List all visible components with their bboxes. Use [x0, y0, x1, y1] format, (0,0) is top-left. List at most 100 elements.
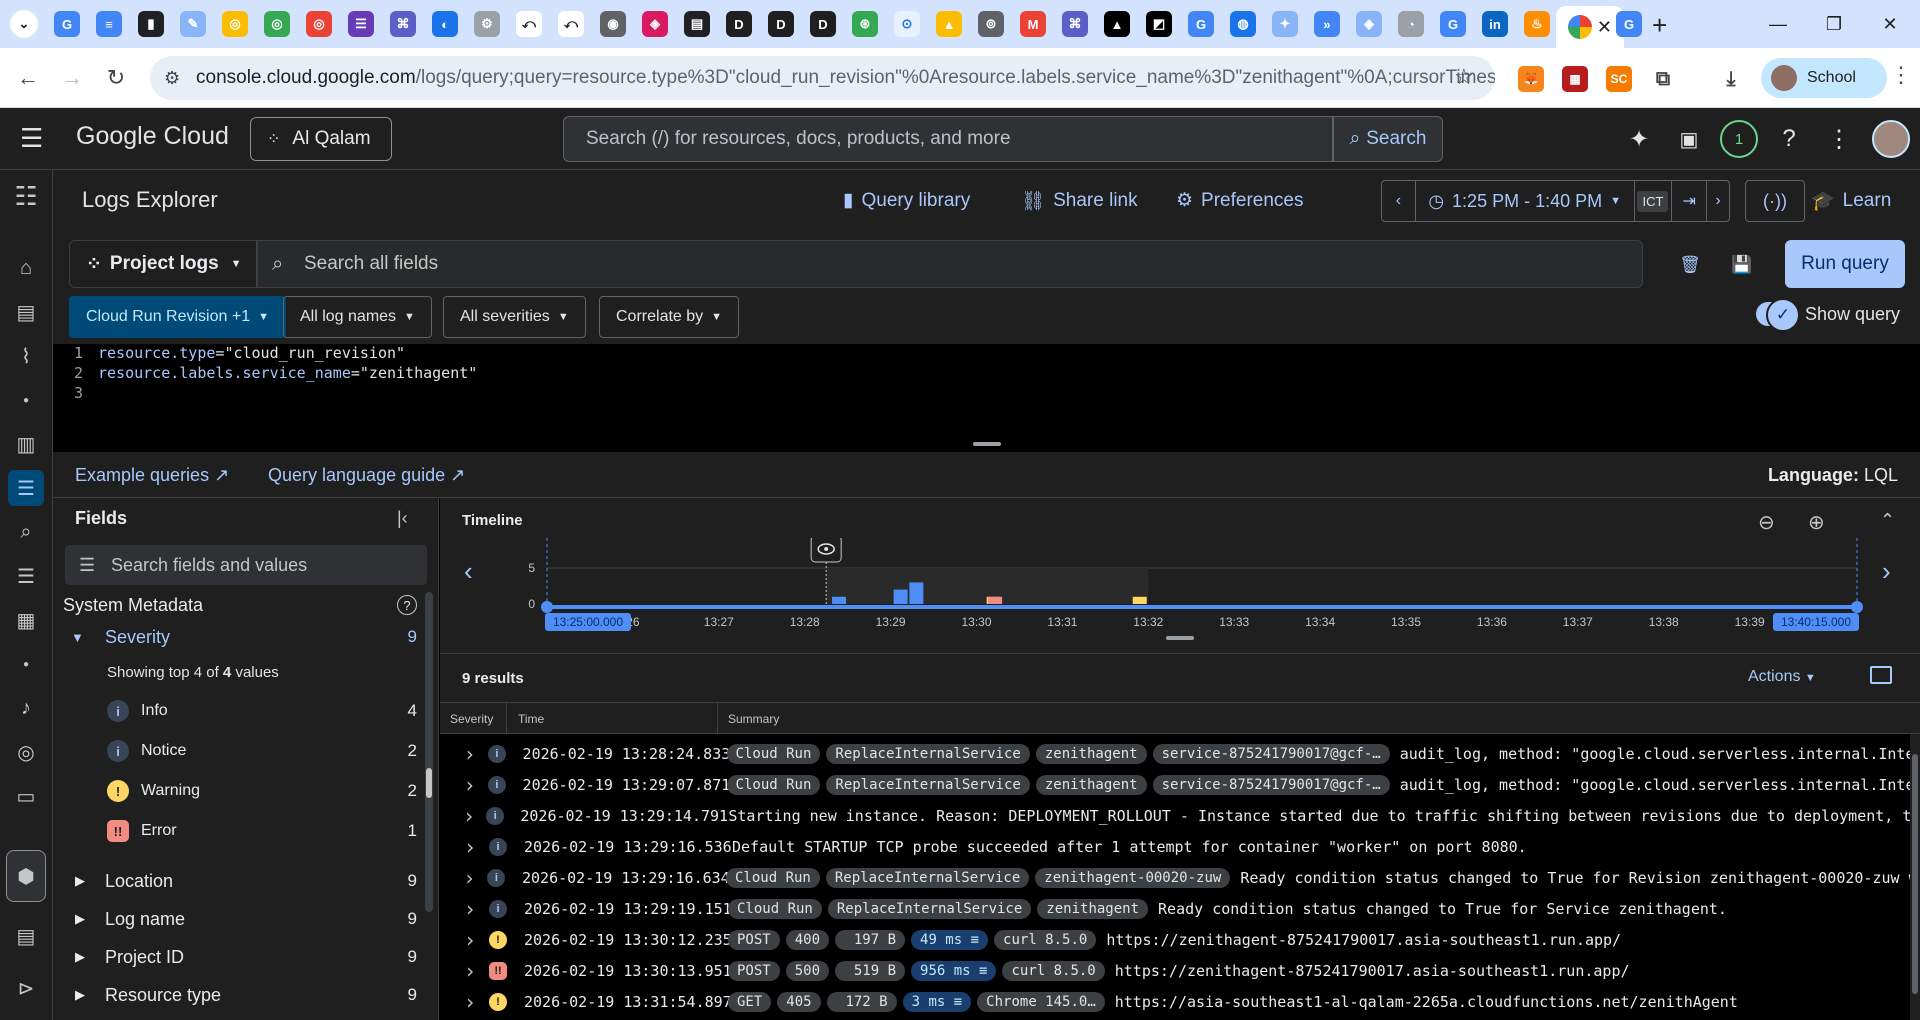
- range-start-handle[interactable]: [541, 601, 553, 613]
- gemini-icon[interactable]: ✦: [1622, 122, 1656, 156]
- summary-tag[interactable]: ReplaceInternalService: [827, 898, 1032, 919]
- puzzle-icon[interactable]: ⧉: [1650, 66, 1676, 92]
- http-tag[interactable]: 400: [785, 929, 830, 950]
- monitor-icon[interactable]: ▭: [8, 778, 44, 814]
- summary-tag[interactable]: Cloud Run: [726, 774, 821, 795]
- tab-app-icon[interactable]: ◉: [600, 11, 626, 37]
- tab-app-icon[interactable]: ⊙: [894, 11, 920, 37]
- site-info-icon[interactable]: ⚙: [164, 68, 180, 89]
- expand-row-icon[interactable]: ›: [454, 990, 486, 1014]
- correlate-by-chip[interactable]: Correlate by ▼: [599, 296, 740, 338]
- notifications-badge[interactable]: 1: [1720, 120, 1758, 158]
- tab-app-icon[interactable]: ◩: [1146, 11, 1172, 37]
- field-group-resource-type[interactable]: ▶ Resource type 9: [63, 978, 423, 1012]
- more-options-icon[interactable]: ⋮: [1822, 122, 1856, 156]
- field-group-log-name[interactable]: ▶ Log name 9: [63, 902, 423, 936]
- summary-tag[interactable]: ReplaceInternalService: [826, 743, 1030, 764]
- tab-bookmark-icon[interactable]: ✎: [180, 11, 206, 37]
- zoom-in-icon[interactable]: ⊕: [1808, 510, 1825, 535]
- tab-google-icon[interactable]: G: [1188, 11, 1214, 37]
- tab-terminal-icon[interactable]: ▮: [138, 11, 164, 37]
- analytics-icon[interactable]: ▦: [8, 602, 44, 638]
- http-tag[interactable]: 197 B: [835, 929, 906, 950]
- summary-tag[interactable]: zenithagent-00020-zuw: [1035, 867, 1231, 888]
- dashboard-icon[interactable]: ▤: [8, 294, 44, 330]
- log-row[interactable]: › i 2026-02-19 13:29:07.871 Cloud Run Replac…: [440, 769, 1910, 800]
- log-row[interactable]: › i 2026-02-19 13:29:16.634 Cloud Run Replac…: [440, 862, 1910, 893]
- summary-tag[interactable]: service-875241790017@gcf-…: [1152, 774, 1390, 795]
- metrics-icon[interactable]: ⌇: [8, 338, 44, 374]
- field-group-project-id[interactable]: ▶ Project ID 9: [63, 940, 423, 974]
- uptime-icon[interactable]: ◎: [8, 734, 44, 770]
- tab-gear-icon[interactable]: ⚙: [474, 11, 500, 37]
- query-library-button[interactable]: ▮ Query library: [843, 189, 970, 212]
- time-range-button[interactable]: ◷ 1:25 PM - 1:40 PM ▼: [1416, 181, 1635, 221]
- expand-row-icon[interactable]: ›: [454, 866, 485, 890]
- tab-app-icon[interactable]: ⤺: [516, 11, 542, 37]
- expand-row-icon[interactable]: ›: [454, 897, 486, 921]
- profile-chip[interactable]: School: [1761, 58, 1887, 98]
- example-queries-link[interactable]: Example queries ↗: [75, 465, 229, 486]
- http-tag[interactable]: 519 B: [835, 960, 906, 981]
- learn-button[interactable]: 🎓 Learn: [1811, 189, 1891, 213]
- tab-app-icon[interactable]: D: [768, 11, 794, 37]
- query-line-2[interactable]: resource.labels.service_name="zenithagen…: [98, 364, 477, 382]
- fields-scroll-thumb[interactable]: [426, 768, 432, 798]
- url-input[interactable]: ⚙ console.cloud.google.com/logs/query;qu…: [150, 56, 1495, 100]
- tab-app-icon[interactable]: ◔: [1398, 11, 1424, 37]
- tab-firebase-icon[interactable]: ♨: [1524, 11, 1550, 37]
- expand-row-icon[interactable]: ›: [454, 928, 486, 952]
- editor-resize-handle[interactable]: [973, 442, 1001, 446]
- cloud-shell-icon[interactable]: ▣: [1672, 122, 1706, 156]
- google-cloud-logo[interactable]: Google Cloud: [76, 122, 229, 151]
- expand-row-icon[interactable]: ›: [454, 835, 486, 859]
- run-query-button[interactable]: Run query: [1785, 240, 1905, 288]
- log-row[interactable]: ›! 2026-02-19 13:30:12.235 POST 400 197 B 49 …: [440, 924, 1910, 955]
- summary-tag[interactable]: ReplaceInternalService: [825, 867, 1030, 888]
- bookmark-star-icon[interactable]: ☆: [1454, 64, 1474, 90]
- clear-query-icon[interactable]: 🗑: [1677, 252, 1703, 278]
- minimize-icon[interactable]: —: [1750, 0, 1806, 48]
- project-picker-button[interactable]: ⁘ Al Qalam: [250, 117, 392, 161]
- show-query-toggle[interactable]: [1756, 298, 1800, 332]
- summary-tag[interactable]: Cloud Run: [728, 898, 822, 919]
- help-icon[interactable]: ?: [397, 595, 417, 615]
- tab-shield-icon[interactable]: ◈: [1356, 11, 1382, 37]
- search-all-fields-input[interactable]: ⌕ Search all fields: [257, 240, 1643, 288]
- tab-drive-icon[interactable]: ▲: [936, 11, 962, 37]
- summary-tag[interactable]: zenithagent: [1035, 774, 1147, 795]
- log-row[interactable]: › i 2026-02-19 13:29:16.536 Default STARTUP…: [440, 831, 1910, 862]
- http-tag[interactable]: curl 8.5.0: [994, 929, 1097, 950]
- column-summary[interactable]: Summary: [728, 712, 779, 726]
- http-tag[interactable]: POST: [728, 929, 780, 950]
- bell-icon[interactable]: ♪: [8, 690, 44, 726]
- column-time[interactable]: Time: [518, 712, 544, 726]
- log-names-filter-chip[interactable]: All log names ▼: [283, 296, 432, 338]
- severity-value-notice[interactable]: i Notice 2: [63, 734, 423, 768]
- collapse-panel-icon[interactable]: |‹: [397, 508, 408, 529]
- summary-tag[interactable]: Cloud Run: [726, 867, 820, 888]
- timeline-bar[interactable]: [909, 582, 924, 604]
- severity-value-info[interactable]: i Info 4: [63, 694, 423, 728]
- expand-results-icon[interactable]: [1870, 666, 1892, 684]
- latency-tag[interactable]: 956 ms ≡: [911, 960, 997, 981]
- save-query-icon[interactable]: 💾: [1729, 252, 1755, 278]
- extension-icon[interactable]: ▦: [1562, 66, 1588, 92]
- hamburger-menu-icon[interactable]: ☰: [20, 123, 43, 154]
- latency-tag[interactable]: 49 ms ≡: [911, 929, 989, 950]
- maximize-icon[interactable]: ❐: [1806, 0, 1862, 48]
- field-group-location[interactable]: ▶ Location 9: [63, 864, 423, 898]
- tab-app-icon[interactable]: ◈: [642, 11, 668, 37]
- release-notes-icon[interactable]: ▤: [8, 918, 44, 954]
- http-tag[interactable]: 500: [785, 960, 830, 981]
- timeline-bar[interactable]: [832, 596, 847, 604]
- tab-google-icon[interactable]: G: [1440, 11, 1466, 37]
- jump-to-now-button[interactable]: ⇥: [1672, 181, 1708, 221]
- summary-tag[interactable]: zenithagent: [1035, 743, 1147, 764]
- latency-tag[interactable]: 3 ms ≡: [902, 991, 972, 1012]
- collapse-timeline-icon[interactable]: ⌃: [1880, 510, 1895, 531]
- time-forward-button[interactable]: ›: [1707, 181, 1729, 221]
- http-tag[interactable]: GET: [728, 991, 772, 1012]
- expand-row-icon[interactable]: ›: [454, 804, 484, 828]
- log-list-icon[interactable]: ☰: [8, 558, 44, 594]
